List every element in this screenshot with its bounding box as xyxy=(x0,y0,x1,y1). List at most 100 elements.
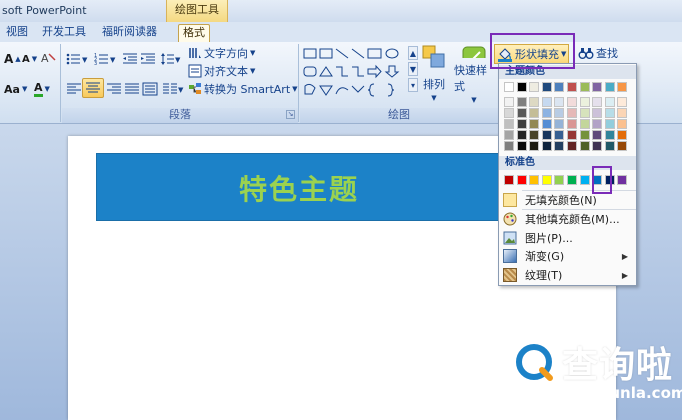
theme-tint-swatch[interactable] xyxy=(592,97,602,107)
theme-tint-swatch[interactable] xyxy=(504,141,514,151)
theme-tint-swatch[interactable] xyxy=(592,141,602,151)
theme-tint-swatch[interactable] xyxy=(529,130,539,140)
theme-tint-swatch[interactable] xyxy=(554,97,564,107)
standard-color-swatch[interactable] xyxy=(617,175,627,185)
line-spacing-button[interactable]: ▼ xyxy=(158,50,184,68)
text-direction-button[interactable]: 文字方向 ▼ xyxy=(186,44,257,62)
theme-tint-swatch[interactable] xyxy=(580,108,590,118)
standard-color-swatch[interactable] xyxy=(504,175,514,185)
standard-color-swatch[interactable] xyxy=(554,175,564,185)
theme-tint-swatch[interactable] xyxy=(517,130,527,140)
convert-smartart-button[interactable]: 转换为 SmartArt ▼ xyxy=(186,80,300,98)
decrease-indent-button[interactable] xyxy=(120,50,140,68)
theme-tint-swatch[interactable] xyxy=(554,119,564,129)
theme-color-swatch[interactable] xyxy=(517,82,527,92)
gallery-scroll-up-icon[interactable]: ▲ xyxy=(408,46,418,60)
theme-tint-swatch[interactable] xyxy=(617,108,627,118)
theme-tint-swatch[interactable] xyxy=(542,141,552,151)
clear-format-button[interactable]: A xyxy=(38,49,58,67)
align-right-button[interactable] xyxy=(104,80,124,98)
columns-button[interactable]: ▼ xyxy=(160,80,186,98)
shapes-gallery[interactable] xyxy=(302,46,406,100)
gallery-scroll-down-icon[interactable]: ▼ xyxy=(408,62,418,76)
align-left-button[interactable] xyxy=(64,80,84,98)
align-center-button[interactable] xyxy=(82,78,104,98)
theme-tint-swatch[interactable] xyxy=(504,119,514,129)
picture-fill-menu-item[interactable]: 图片(P)... xyxy=(499,229,636,247)
texture-fill-menu-item[interactable]: 纹理(T) ▶ xyxy=(499,266,636,284)
gradient-fill-menu-item[interactable]: 渐变(G) ▶ xyxy=(499,247,636,265)
theme-tint-swatch[interactable] xyxy=(542,119,552,129)
justify-button[interactable] xyxy=(122,80,142,98)
standard-color-swatch[interactable] xyxy=(567,175,577,185)
theme-tint-swatch[interactable] xyxy=(617,130,627,140)
theme-tint-swatch[interactable] xyxy=(592,119,602,129)
tab-developer[interactable]: 开发工具 xyxy=(38,24,90,42)
theme-tint-swatch[interactable] xyxy=(529,141,539,151)
theme-tint-swatch[interactable] xyxy=(554,108,564,118)
standard-color-swatch[interactable] xyxy=(529,175,539,185)
theme-color-swatch[interactable] xyxy=(617,82,627,92)
theme-tint-swatch[interactable] xyxy=(567,130,577,140)
font-color-button[interactable]: A ▼ xyxy=(32,80,52,98)
theme-tint-swatch[interactable] xyxy=(605,130,615,140)
theme-color-swatch[interactable] xyxy=(529,82,539,92)
theme-tint-swatch[interactable] xyxy=(504,108,514,118)
theme-color-swatch[interactable] xyxy=(504,82,514,92)
standard-color-swatch[interactable] xyxy=(517,175,527,185)
numbering-button[interactable]: 1 2 3 ▼ xyxy=(92,50,120,68)
theme-tint-swatch[interactable] xyxy=(504,97,514,107)
theme-tint-swatch[interactable] xyxy=(592,130,602,140)
theme-tint-swatch[interactable] xyxy=(580,141,590,151)
standard-color-swatch[interactable] xyxy=(580,175,590,185)
tab-view[interactable]: 视图 xyxy=(2,24,32,42)
tab-format[interactable]: 格式 xyxy=(178,24,210,42)
theme-tint-swatch[interactable] xyxy=(517,119,527,129)
theme-color-swatch[interactable] xyxy=(605,82,615,92)
align-text-button[interactable]: 对齐文本 ▼ xyxy=(186,62,257,80)
shrink-font-button[interactable]: A ▼ xyxy=(20,50,39,68)
theme-tint-swatch[interactable] xyxy=(567,119,577,129)
theme-tint-swatch[interactable] xyxy=(554,130,564,140)
theme-tint-swatch[interactable] xyxy=(605,141,615,151)
theme-tint-swatch[interactable] xyxy=(517,141,527,151)
theme-tint-swatch[interactable] xyxy=(617,141,627,151)
tab-foxit-reader[interactable]: 福昕阅读器 xyxy=(98,24,161,42)
theme-tint-swatch[interactable] xyxy=(542,108,552,118)
more-fill-colors-menu-item[interactable]: 其他填充颜色(M)... xyxy=(499,210,636,228)
slide-title-text[interactable]: 特色主题 xyxy=(96,168,502,208)
theme-tint-swatch[interactable] xyxy=(605,97,615,107)
theme-tint-swatch[interactable] xyxy=(517,97,527,107)
theme-color-swatch[interactable] xyxy=(567,82,577,92)
theme-tint-swatch[interactable] xyxy=(617,97,627,107)
find-button[interactable]: 查找 xyxy=(576,44,620,62)
theme-color-swatch[interactable] xyxy=(542,82,552,92)
theme-tint-swatch[interactable] xyxy=(617,119,627,129)
theme-tint-swatch[interactable] xyxy=(605,108,615,118)
theme-tint-swatch[interactable] xyxy=(529,108,539,118)
standard-color-swatch[interactable] xyxy=(542,175,552,185)
increase-indent-button[interactable] xyxy=(138,50,158,68)
theme-tint-swatch[interactable] xyxy=(554,141,564,151)
distributed-button[interactable] xyxy=(140,80,160,98)
theme-tint-swatch[interactable] xyxy=(580,119,590,129)
no-fill-menu-item[interactable]: 无填充颜色(N) xyxy=(499,191,636,209)
theme-tint-swatch[interactable] xyxy=(504,130,514,140)
theme-tint-swatch[interactable] xyxy=(605,119,615,129)
theme-tint-swatch[interactable] xyxy=(567,141,577,151)
theme-tint-swatch[interactable] xyxy=(542,130,552,140)
theme-color-swatch[interactable] xyxy=(554,82,564,92)
theme-tint-swatch[interactable] xyxy=(529,119,539,129)
theme-color-swatch[interactable] xyxy=(592,82,602,92)
theme-tint-swatch[interactable] xyxy=(592,108,602,118)
change-case-button[interactable]: Aa ▼ xyxy=(2,80,29,98)
drawing-tools-tab[interactable]: 绘图工具 xyxy=(166,0,228,22)
theme-tint-swatch[interactable] xyxy=(580,130,590,140)
theme-tint-swatch[interactable] xyxy=(567,108,577,118)
theme-tint-swatch[interactable] xyxy=(517,108,527,118)
theme-tint-swatch[interactable] xyxy=(580,97,590,107)
paragraph-launcher-icon[interactable]: ↘ xyxy=(286,110,295,119)
arrange-button[interactable]: 排列 ▼ xyxy=(420,44,448,104)
theme-tint-swatch[interactable] xyxy=(542,97,552,107)
bullets-button[interactable]: ▼ xyxy=(64,50,92,68)
